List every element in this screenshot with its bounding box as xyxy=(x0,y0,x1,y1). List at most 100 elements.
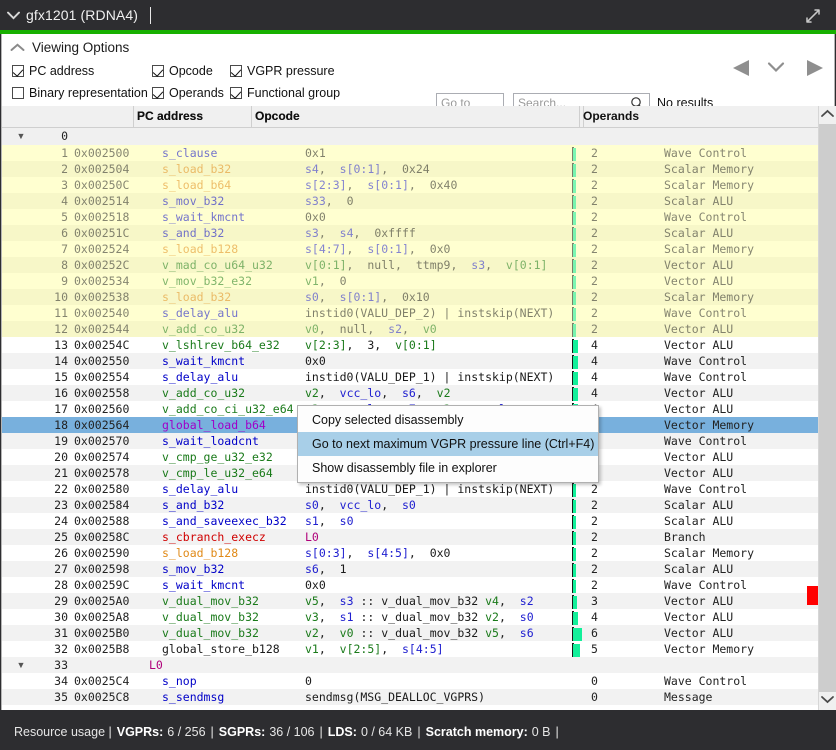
row-pc-address: 0x002524 xyxy=(74,241,136,257)
table-row[interactable]: 30x00250Cs_load_b64s[2:3], s[0:1], 0x402… xyxy=(2,177,820,193)
row-vgpr-pressure: 4 xyxy=(591,609,621,625)
checkbox-opcode[interactable]: Opcode xyxy=(152,64,230,78)
row-opcode: s_mov_b32 xyxy=(162,193,302,209)
window-title: gfx1201 (RDNA4) xyxy=(26,7,138,23)
row-functional-group: Wave Control xyxy=(664,305,814,321)
table-row[interactable]: 50x002518s_wait_kmcnt0x02Wave Control xyxy=(2,209,820,225)
row-functional-group: Wave Control xyxy=(664,433,814,449)
table-row[interactable]: 150x002554s_delay_aluinstid0(VALU_DEP_1)… xyxy=(2,369,820,385)
table-row[interactable]: 220x002580s_delay_aluinstid0(VALU_DEP_1)… xyxy=(2,481,820,497)
row-pc-address: 0x00254C xyxy=(74,337,136,353)
table-row[interactable]: 250x00258Cs_cbranch_execzL02Branch xyxy=(2,529,820,545)
title-bar: gfx1201 (RDNA4) xyxy=(0,0,836,30)
row-functional-group: Branch xyxy=(664,529,814,545)
checkbox-vgpr-pressure[interactable]: VGPR pressure xyxy=(230,64,335,78)
table-row[interactable]: 270x002598s_mov_b32s6, 12Scalar ALU xyxy=(2,561,820,577)
row-functional-group: Wave Control xyxy=(664,369,814,385)
menu-item-copy-selected-disassembly[interactable]: Copy selected disassembly xyxy=(298,408,598,432)
checkbox-pc-address[interactable]: PC address xyxy=(12,64,152,78)
table-row[interactable]: 60x00251Cs_and_b32s3, s4, 0xffff2Scalar … xyxy=(2,225,820,241)
table-row[interactable]: 320x0025B8global_store_b128v1, v[2:5], s… xyxy=(2,641,820,657)
table-row[interactable]: 310x0025B0v_dual_mov_b32v2, v0 :: v_dual… xyxy=(2,625,820,641)
row-vgpr-pressure: 2 xyxy=(591,529,621,545)
table-row[interactable]: 280x00259Cs_wait_kmcnt0x02Wave Control xyxy=(2,577,820,593)
table-row[interactable]: 70x002524s_load_b128s[4:7], s[0:1], 0x02… xyxy=(2,241,820,257)
table-row[interactable]: 100x002538s_load_b32s0, s[0:1], 0x102Sca… xyxy=(2,289,820,305)
scrollbar-thumb[interactable] xyxy=(819,124,836,692)
row-functional-group: Scalar ALU xyxy=(664,225,814,241)
chevron-down-icon[interactable] xyxy=(766,60,786,77)
row-opcode: s_wait_loadcnt xyxy=(162,433,302,449)
table-row[interactable]: 230x002584s_and_b32s0, vcc_lo, s02Scalar… xyxy=(2,497,820,513)
table-row[interactable]: ▼0 xyxy=(2,128,820,145)
table-row[interactable]: 130x00254Cv_lshlrev_b64_e32v[2:3], 3, v[… xyxy=(2,337,820,353)
scroll-up-icon[interactable] xyxy=(819,106,836,124)
table-row[interactable]: 300x0025A8v_dual_mov_b32v3, s1 :: v_dual… xyxy=(2,609,820,625)
row-operands: sendmsg(MSG_DEALLOC_VGPRS) xyxy=(305,689,571,705)
table-row[interactable]: 120x002544v_add_co_u32v0, null, s2, v02V… xyxy=(2,321,820,337)
table-row[interactable]: 160x002558v_add_co_u32v2, vcc_lo, s6, v2… xyxy=(2,385,820,401)
vertical-scrollbar[interactable] xyxy=(818,106,835,710)
viewing-options-header[interactable]: Viewing Options xyxy=(10,40,129,55)
row-operands: v1, v[2:5], s[4:5] xyxy=(305,641,571,657)
row-number: 7 xyxy=(20,241,68,257)
vgpr-pressure-bar xyxy=(572,273,586,289)
row-operands: s0, vcc_lo, s0 xyxy=(305,497,571,513)
vgpr-pressure-bar xyxy=(572,593,586,609)
row-opcode: s_load_b32 xyxy=(162,161,302,177)
table-row[interactable]: 20x002504s_load_b32s4, s[0:1], 0x242Scal… xyxy=(2,161,820,177)
header-opcode[interactable]: Opcode xyxy=(252,106,312,127)
row-pc-address: 0x002570 xyxy=(74,433,136,449)
row-pc-address: 0x002500 xyxy=(74,145,136,161)
vgpr-pressure-bar xyxy=(572,145,586,161)
table-row[interactable]: 340x0025C4s_nop00Wave Control xyxy=(2,673,820,689)
table-row[interactable]: 80x00252Cv_mad_co_u64_u32v[0:1], null, t… xyxy=(2,257,820,273)
row-pc-address: 0x002514 xyxy=(74,193,136,209)
table-row[interactable]: 40x002514s_mov_b32s33, 02Scalar ALU xyxy=(2,193,820,209)
row-number: 16 xyxy=(20,385,68,401)
row-number: 34 xyxy=(20,673,68,689)
vgpr-pressure-bar xyxy=(572,193,586,209)
row-opcode: v_cmp_ge_u32_e32 xyxy=(162,449,302,465)
header-pc-address[interactable]: PC address xyxy=(134,106,252,127)
table-row[interactable]: 350x0025C8s_sendmsgsendmsg(MSG_DEALLOC_V… xyxy=(2,689,820,705)
row-vgpr-pressure: 2 xyxy=(591,193,621,209)
triangle-right-icon[interactable] xyxy=(802,58,826,81)
row-pc-address: 0x002574 xyxy=(74,449,136,465)
viewing-options-label: Viewing Options xyxy=(32,40,129,55)
title-separator xyxy=(150,7,151,24)
table-row[interactable]: 260x002590s_load_b128s[0:3], s[4:5], 0x0… xyxy=(2,545,820,561)
row-pc-address: 0x0025A0 xyxy=(74,593,136,609)
menu-item-show-disassembly-in-explorer[interactable]: Show disassembly file in explorer xyxy=(298,456,598,480)
chevron-down-icon[interactable] xyxy=(0,0,26,30)
row-vgpr-pressure: 2 xyxy=(591,561,621,577)
table-row[interactable]: ▼33L0 xyxy=(2,657,820,673)
checkbox-functional-group[interactable]: Functional group xyxy=(230,86,340,100)
checkbox-operands[interactable]: Operands xyxy=(152,86,230,100)
row-opcode: s_load_b32 xyxy=(162,289,302,305)
row-operands: 0x0 xyxy=(305,577,571,593)
table-row[interactable]: 110x002540s_delay_aluinstid0(VALU_DEP_2)… xyxy=(2,305,820,321)
status-lds-value: 0 / 64 KB xyxy=(361,725,412,739)
table-row[interactable]: 90x002534v_mov_b32_e32v1, 02Vector ALU xyxy=(2,273,820,289)
row-number: 8 xyxy=(20,257,68,273)
row-operands: L0 xyxy=(305,529,571,545)
triangle-left-icon[interactable] xyxy=(729,58,753,81)
row-vgpr-pressure: 4 xyxy=(591,337,621,353)
checkbox-box-icon xyxy=(230,87,242,99)
table-row[interactable]: 10x002500s_clause0x12Wave Control xyxy=(2,145,820,161)
row-functional-group: Vector ALU xyxy=(664,449,814,465)
row-vgpr-pressure: 2 xyxy=(591,289,621,305)
checkbox-binary-representation[interactable]: Binary representation xyxy=(12,86,152,100)
row-pc-address: 0x00258C xyxy=(74,529,136,545)
header-operands[interactable]: Operands xyxy=(580,106,640,127)
row-vgpr-pressure: 2 xyxy=(591,145,621,161)
scroll-down-icon[interactable] xyxy=(819,692,836,710)
row-vgpr-pressure: 2 xyxy=(591,577,621,593)
table-row[interactable]: 290x0025A0v_dual_mov_b32v5, s3 :: v_dual… xyxy=(2,593,820,609)
table-row[interactable]: 140x002550s_wait_kmcnt0x04Wave Control xyxy=(2,353,820,369)
menu-item-goto-next-max-vgpr-pressure[interactable]: Go to next maximum VGPR pressure line (C… xyxy=(298,432,598,456)
row-functional-group: Scalar Memory xyxy=(664,177,814,193)
expand-diagonal-icon[interactable] xyxy=(804,7,822,25)
table-row[interactable]: 240x002588s_and_saveexec_b32s1, s02Scala… xyxy=(2,513,820,529)
